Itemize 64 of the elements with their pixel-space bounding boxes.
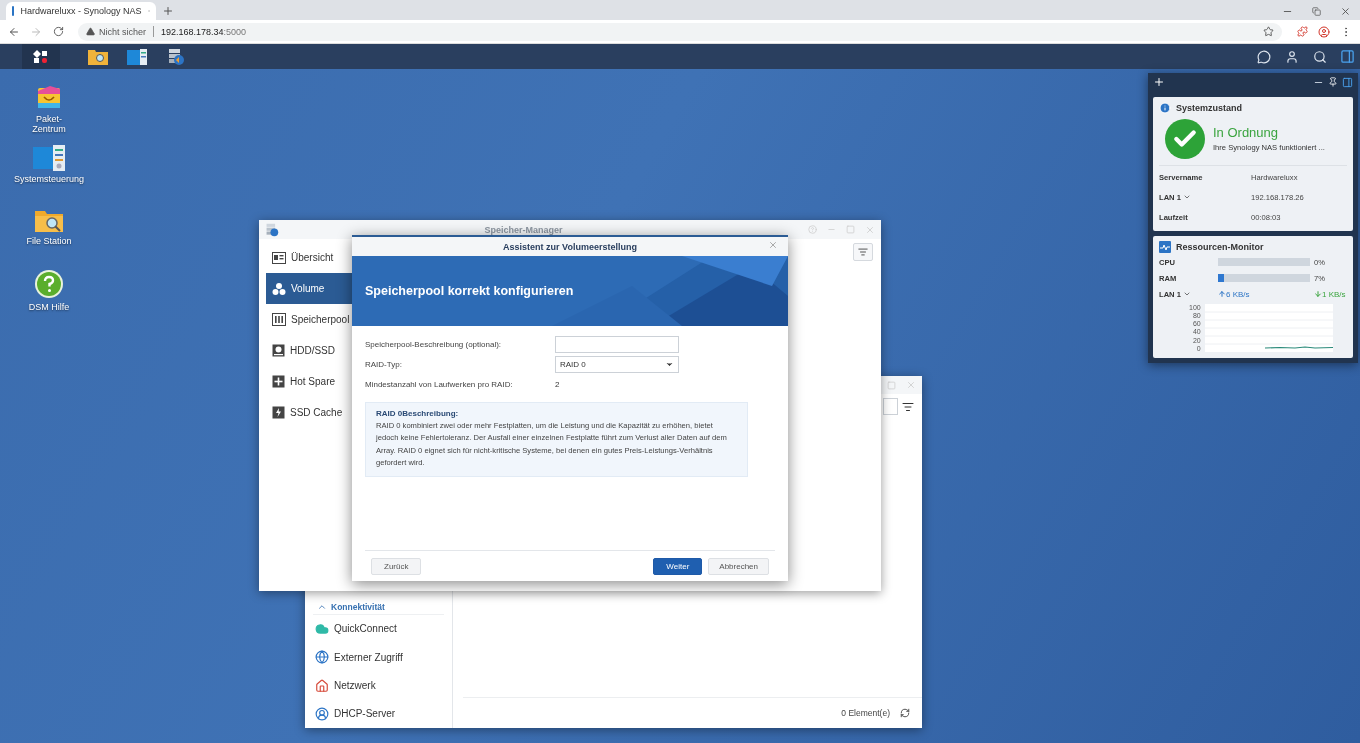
field-label: RAID-Typ: <box>365 360 403 369</box>
raid-type-dropdown[interactable]: RAID 0 <box>555 356 679 373</box>
description-input-field[interactable] <box>555 336 679 353</box>
list-icon[interactable] <box>902 400 914 413</box>
warning-icon <box>86 27 95 36</box>
nav-item[interactable]: Speicherpool <box>266 304 359 335</box>
house-icon <box>315 678 329 693</box>
next-button[interactable]: Weiter <box>653 557 703 575</box>
storage-manager-icon <box>265 222 279 237</box>
close-icon[interactable] <box>768 240 778 250</box>
sidebar-item[interactable]: Externer Zugriff <box>334 651 403 663</box>
dialog-title: Assistent zur Volumeerstellung <box>503 241 637 252</box>
caret-icon <box>665 360 674 369</box>
field-label: Speicherpool-Beschreibung (optional): <box>365 340 503 349</box>
favicon-icon <box>12 6 15 16</box>
cloud-icon <box>315 621 329 636</box>
desktop-icon-label[interactable]: File Station <box>26 236 72 246</box>
user-circle-icon <box>315 706 329 721</box>
help-icon <box>34 269 64 299</box>
sidebar-item[interactable]: Netzwerk <box>334 680 376 691</box>
control-panel-icon <box>33 145 65 171</box>
download-rate: 1 KB/s <box>1314 289 1347 299</box>
star-icon[interactable] <box>1263 26 1274 37</box>
globe-icon <box>315 650 329 665</box>
pin-icon[interactable] <box>1328 77 1338 88</box>
address-field[interactable]: Nicht sicher 192.168.178.34:5000 <box>78 22 1282 41</box>
window-title: Speicher-Manager <box>483 224 564 235</box>
field-label: Mindestanzahl von Laufwerken pro RAID: <box>365 380 514 389</box>
main-menu-icon[interactable] <box>22 44 60 69</box>
check-icon <box>1165 118 1205 159</box>
refresh-icon[interactable] <box>900 708 910 718</box>
overview-icon <box>272 251 286 264</box>
bars-icon <box>272 313 286 326</box>
url-text: 192.168.178.34:5000 <box>161 26 247 37</box>
browser-tab[interactable]: Hardwareluxx - Synology NAS <box>6 2 156 20</box>
cubes-icon <box>272 281 286 296</box>
sort-icon[interactable] <box>853 243 873 261</box>
card-title: Systemzustand <box>1176 102 1243 113</box>
description-title: RAID 0Beschreibung: <box>376 409 460 418</box>
card-title: Ressourcen-Monitor <box>1176 241 1264 252</box>
cancel-button[interactable]: Abbrechen <box>708 557 769 575</box>
banner-heading: Speicherpool korrekt konfigurieren <box>365 284 574 298</box>
security-label: Nicht sicher <box>99 26 146 37</box>
section-header[interactable]: Konnektivität <box>313 601 444 615</box>
desktop-icon-label[interactable]: DSM Hilfe <box>28 302 70 312</box>
field-value: 2 <box>555 380 561 389</box>
upload-rate: 6 KB/s <box>1218 289 1310 299</box>
search-field[interactable] <box>883 398 898 415</box>
shopping-bag-icon <box>35 83 63 111</box>
status-text: In Ordnung <box>1213 125 1280 141</box>
sidebar-item[interactable]: DHCP-Server <box>334 708 396 720</box>
nav-item[interactable]: Übersicht <box>266 242 359 273</box>
desktop-icon-label[interactable]: Paket- Zentrum <box>32 114 66 134</box>
item-count: 0 Element(e) <box>841 708 890 718</box>
info-icon <box>1159 101 1171 114</box>
arrow-down-icon <box>1314 290 1322 299</box>
desktop-icon-label[interactable]: Systemsteuerung <box>13 174 84 184</box>
arrow-up-icon <box>1218 290 1226 299</box>
back-button[interactable]: Zurück <box>371 557 422 575</box>
monitor-icon <box>1159 240 1171 253</box>
panel-icon[interactable] <box>1342 76 1353 88</box>
add-icon[interactable] <box>1153 76 1165 89</box>
sidebar-item[interactable]: QuickConnect <box>334 623 397 635</box>
nav-item[interactable]: HDD/SSD <box>266 335 359 366</box>
